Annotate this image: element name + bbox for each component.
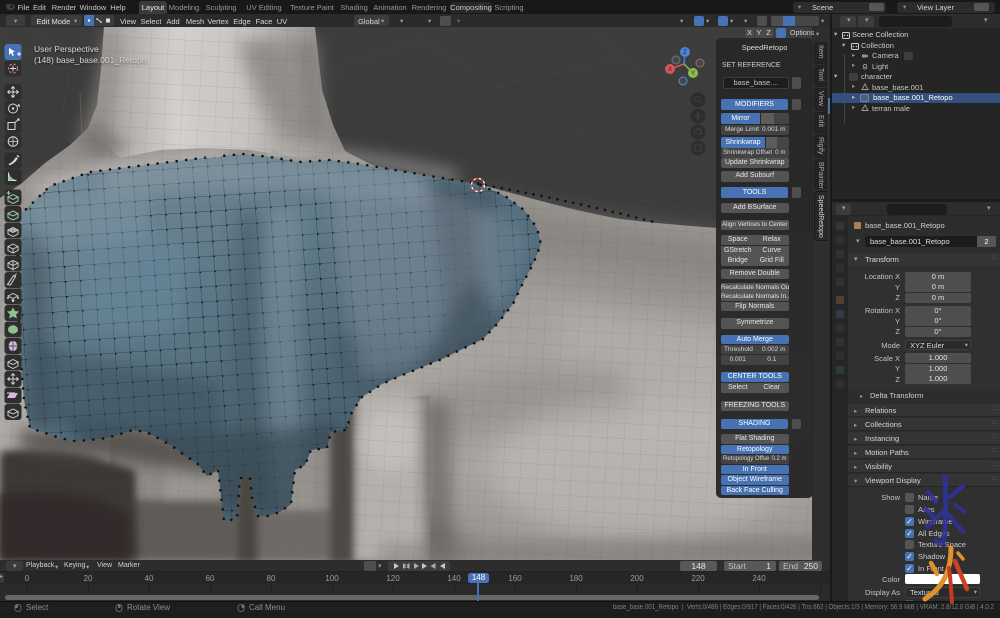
- svg-text:Z: Z: [683, 50, 687, 56]
- svg-text:Y: Y: [691, 71, 695, 77]
- svg-text:X: X: [668, 67, 672, 73]
